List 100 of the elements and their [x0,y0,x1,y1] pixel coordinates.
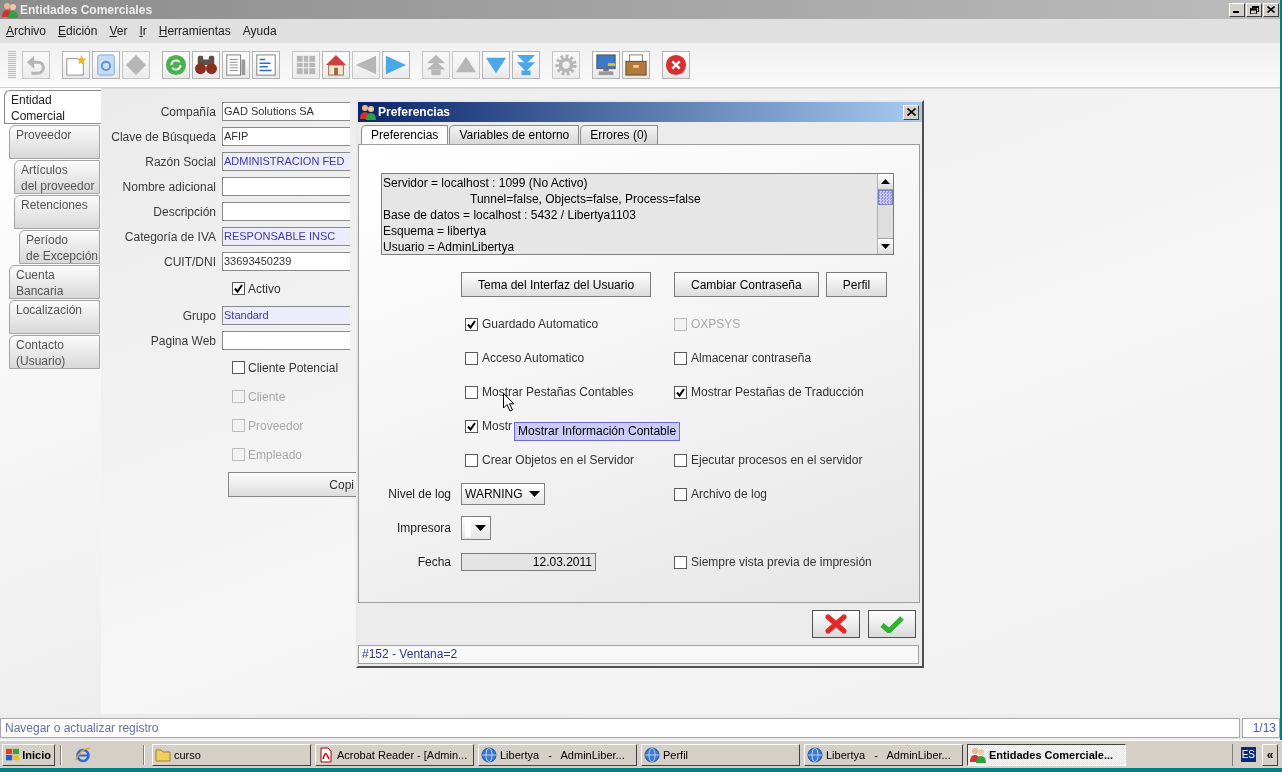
down-arrow-icon[interactable] [881,244,890,249]
document-icon [318,746,334,763]
text-field[interactable]: GAD Solutions SA [222,102,350,121]
close-button[interactable] [1263,2,1279,17]
text-field[interactable] [222,177,350,196]
side-tab[interactable]: Retenciones [14,195,100,229]
field-label: Grupo [182,308,216,323]
globe-icon [644,746,660,763]
toolbar-grip[interactable] [8,51,16,79]
checkbox-label: Almacenar contraseña [691,351,812,365]
briefcase-icon [625,54,647,76]
copy-button[interactable]: Copi [228,472,356,497]
info-text-area[interactable]: Servidor = localhost : 1099 (No Activo) Tunnel=false, Objects=false, Process=false Base de datos = localhost : 5432 / Libertya1103 Esquema = libertya Usuario = AdminLibertya [381,173,894,255]
quick-launch-button[interactable] [73,744,93,765]
tab[interactable]: Errores (0) [580,125,658,144]
toolbar-button[interactable] [252,51,280,79]
toolbar-button[interactable] [322,51,350,79]
dropdown[interactable] [461,516,491,540]
tooltip: Mostrar Información Contable [514,422,681,441]
minimize-button[interactable] [1229,2,1245,17]
field-label: Impresora [396,521,451,535]
double-up-arrow-icon [425,54,447,76]
side-tab[interactable]: Cuenta Bancaria [9,265,100,299]
checkbox[interactable] [465,419,478,433]
checkbox[interactable] [232,361,245,374]
menu-item[interactable]: Ayuda [242,24,277,38]
side-tab[interactable]: Período de Excepción [19,230,100,264]
dropdown[interactable]: WARNING [461,483,545,505]
checkbox[interactable] [674,555,687,569]
checkbox[interactable] [674,385,687,399]
dialog-button[interactable]: Perfil [825,272,888,297]
checkbox[interactable] [465,317,478,331]
checkbox[interactable] [674,453,687,467]
status-message: Navegar o actualizar registro [0,718,1240,738]
left-arrow-icon [355,54,377,76]
folder-icon [155,746,171,763]
language-indicator: ES [1240,747,1256,762]
toolbar-button[interactable] [222,51,250,79]
field-label: Nombre adicional [122,179,216,194]
computer-icon [595,54,617,76]
menu-item[interactable]: Archivo [6,24,47,38]
field-label: Razón Social [145,154,216,169]
four-squares-icon [6,747,20,762]
text-field[interactable]: 33693450239 [222,252,350,271]
side-tab[interactable]: Artículos del proveedor [14,160,100,194]
checkbox-label: Mostrar Pestañas de Traducción [691,385,864,399]
toolbar-button[interactable] [622,51,650,79]
field-label: Clave de Búsqueda [111,129,216,144]
date-field[interactable]: 12.03.2011 [461,553,596,571]
text-field[interactable]: ADMINISTRACION FED [222,152,350,171]
checkbox[interactable] [465,453,478,467]
checkbox-label: Ejecutar procesos en el servidor [691,453,863,467]
text-field[interactable]: Standard [222,306,350,325]
tab[interactable]: Preferencias [361,125,449,144]
toolbar-button[interactable] [662,51,690,79]
side-tab[interactable]: Entidad Comercial [4,90,101,124]
theme-button[interactable]: Tema del Interfaz del Usuario [461,272,652,297]
taskbar-button[interactable]: Acrobat Reader - [Admin... [315,743,474,766]
scrollbar[interactable] [877,174,893,254]
taskbar-button[interactable]: Libertya - AdminLiber... [804,743,963,766]
up-arrow-icon[interactable] [881,179,890,184]
text-field[interactable] [222,202,350,221]
checkbox-label: Empleado [248,447,303,462]
toolbar-button[interactable] [592,51,620,79]
dialog-status: #152 - Ventana=2 [358,645,919,664]
checkbox[interactable] [674,351,687,365]
taskbar-button[interactable]: Entidades Comerciale... [967,743,1126,766]
menu-item[interactable]: Herramientas [158,24,231,38]
menu-item[interactable]: Edición [58,24,98,38]
list-document-icon [255,54,277,76]
taskbar-button[interactable]: curso [152,743,311,766]
browser-icon [75,746,91,763]
start-button[interactable]: Inicio [2,743,55,766]
taskbar-button[interactable]: Libertya - AdminLiber... [478,743,637,766]
text-field[interactable]: RESPONSABLE INSC [222,227,350,246]
double-down-arrow-icon [515,54,537,76]
cancel-button[interactable] [812,610,860,638]
taskbar-button[interactable]: Perfil [641,743,800,766]
dialog-button[interactable]: Cambiar Contraseña [674,272,819,297]
restore-button[interactable] [1246,2,1262,17]
toolbar-button[interactable] [192,51,220,79]
checkbox[interactable] [674,487,687,501]
checkbox[interactable] [232,282,245,295]
checkbox-label: Guardado Automatico [482,317,599,331]
text-field[interactable]: AFIP [222,127,350,146]
tab[interactable]: Variables de entorno [449,125,580,144]
side-tab[interactable]: Contacto (Usuario) [9,335,100,369]
checkbox[interactable] [465,351,478,365]
text-field[interactable] [222,331,350,350]
side-tab[interactable]: Proveedor [9,125,100,159]
close-button[interactable] [903,104,919,120]
side-tab[interactable]: Localización [9,300,100,334]
close-circle-icon [665,54,687,76]
scroll-thumb[interactable] [878,190,893,205]
checkbox[interactable] [465,385,478,399]
tray-toggle-button[interactable]: « [1262,743,1278,766]
document-icon [95,54,117,76]
menu-item[interactable]: Ver [109,24,128,38]
ok-button[interactable] [868,610,916,638]
menu-item[interactable]: Ir [139,24,147,38]
